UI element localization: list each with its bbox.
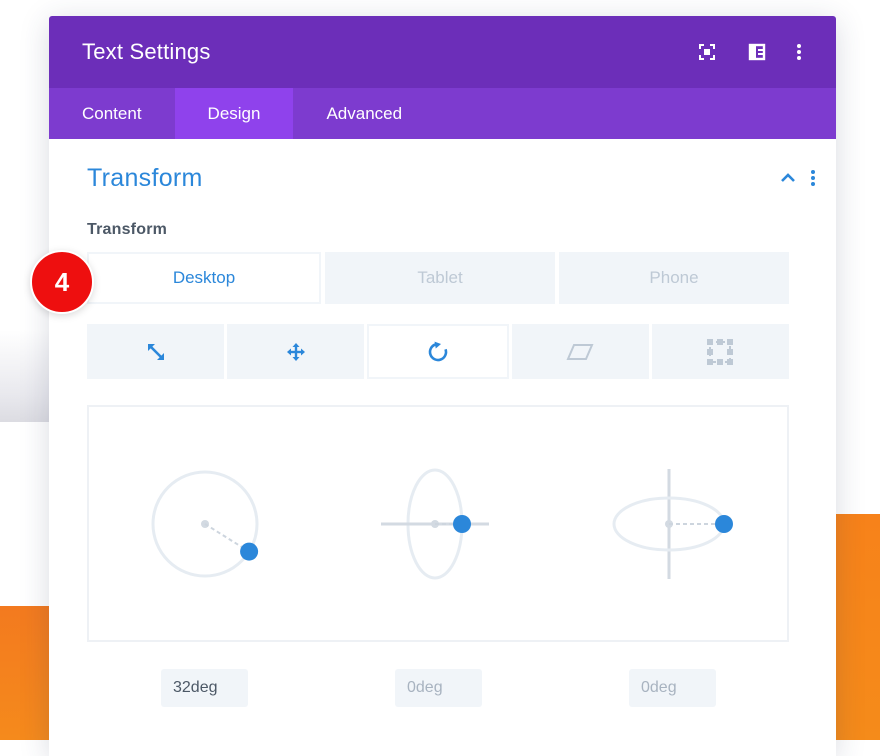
skew-parallelogram-icon: [566, 343, 594, 360]
rotate-y-handle[interactable]: [715, 515, 733, 533]
rotate-z-dial[interactable]: [151, 470, 259, 578]
rotate-z-input[interactable]: [161, 669, 248, 707]
chevron-up-icon[interactable]: [780, 173, 796, 183]
rotate-x-dial[interactable]: [381, 468, 489, 580]
rotate-y-dial[interactable]: [612, 469, 733, 579]
tab-advanced[interactable]: Advanced: [293, 88, 435, 139]
transform-tab-skew[interactable]: [511, 324, 649, 379]
rotate-x-handle[interactable]: [453, 515, 471, 533]
section-title: Transform: [87, 163, 203, 192]
transform-tab-translate[interactable]: [227, 324, 365, 379]
focus-mode-button[interactable]: [682, 32, 732, 72]
transform-section-header[interactable]: Transform: [49, 139, 836, 217]
modal-tabs: Content Design Advanced: [49, 88, 836, 139]
rotate-preview: [87, 405, 789, 642]
focus-icon: [699, 44, 715, 60]
split-view-button[interactable]: [732, 32, 782, 72]
device-tabs: Desktop Tablet Phone: [87, 252, 789, 304]
modal-title: Text Settings: [82, 39, 211, 64]
rotate-x-input[interactable]: [395, 669, 482, 707]
more-options-button[interactable]: [782, 32, 816, 72]
transform-type-tabs: [87, 324, 790, 379]
rotate-icon: [428, 341, 448, 361]
section-more-icon[interactable]: [810, 169, 816, 187]
section-actions: [780, 169, 816, 187]
rotate-dials: [151, 468, 733, 580]
rotate-y-input[interactable]: [629, 669, 716, 707]
rotate-z-handle[interactable]: [240, 542, 259, 561]
transform-tab-scale[interactable]: [87, 324, 225, 379]
split-view-icon: [748, 43, 766, 61]
move-arrows-icon: [286, 342, 305, 361]
origin-square-icon: [707, 338, 734, 365]
transform-tab-rotate[interactable]: [367, 324, 509, 379]
transform-tab-origin[interactable]: [651, 324, 790, 379]
device-tab-phone[interactable]: Phone: [559, 252, 789, 304]
scale-arrow-icon: [147, 343, 164, 360]
step-number-badge: 4: [30, 250, 94, 314]
transform-field-label: Transform: [87, 221, 168, 238]
header-actions: [682, 32, 816, 72]
more-vertical-icon: [797, 44, 801, 60]
device-tab-tablet[interactable]: Tablet: [325, 252, 555, 304]
device-tab-desktop[interactable]: Desktop: [87, 252, 321, 304]
tab-content[interactable]: Content: [49, 88, 175, 139]
tab-design[interactable]: Design: [174, 88, 294, 139]
modal-header: Text Settings: [49, 16, 836, 88]
background-orange-block-right: [835, 514, 880, 740]
text-settings-modal: Text Settings Content Design Advanced Tr…: [49, 16, 836, 756]
